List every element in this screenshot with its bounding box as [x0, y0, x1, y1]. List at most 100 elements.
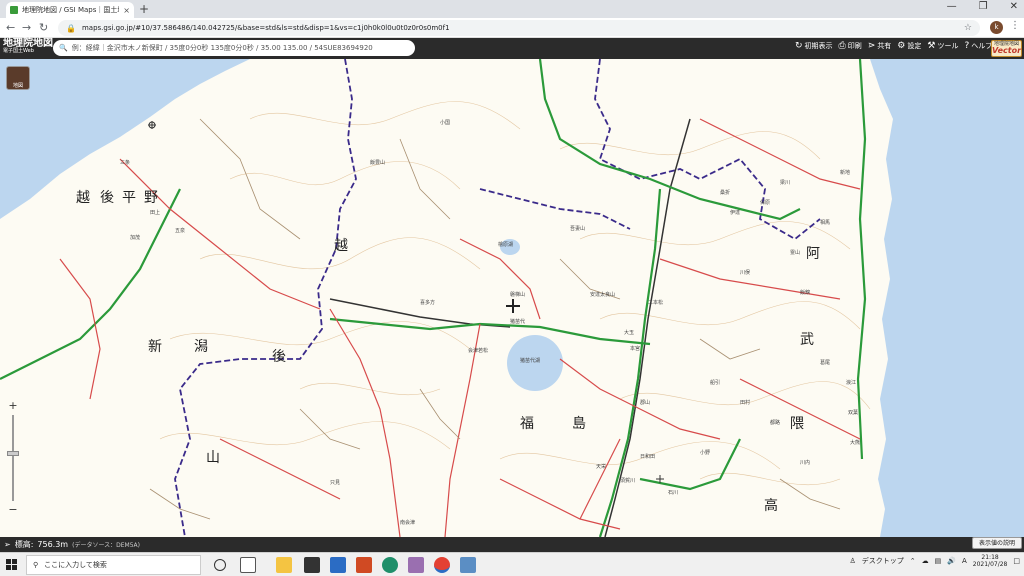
bookmark-star-icon[interactable]: ☆ [964, 23, 972, 33]
zoom-out-button[interactable]: − [4, 503, 22, 517]
place-label: 会津若松 [468, 348, 489, 354]
gear-icon: ⚙ [897, 41, 906, 51]
place-label: 田上 [150, 210, 161, 216]
bantsu-east-expressway [639, 438, 741, 491]
ime-indicator[interactable]: A [962, 557, 967, 565]
windows-start-icon[interactable] [6, 559, 18, 571]
close-window-icon[interactable]: ✕ [1010, 1, 1018, 12]
share-icon: ⋗ [867, 41, 876, 51]
back-icon[interactable]: ← [6, 21, 15, 34]
map-center-crosshair-icon [506, 299, 520, 313]
map-graphics [0, 59, 1024, 537]
place-label: 五泉 [175, 228, 186, 234]
place-label: 日和田 [640, 454, 656, 460]
lock-icon: 🔒 [66, 23, 76, 33]
window-controls: — ❐ ✕ [947, 1, 1018, 12]
profile-avatar[interactable]: k [990, 21, 1003, 34]
tab-close-icon[interactable]: × [123, 6, 130, 15]
task-view-icon[interactable] [240, 557, 256, 573]
place-label: 南会津 [400, 520, 416, 526]
cortana-icon[interactable] [214, 559, 226, 571]
elevation-readout: ➢ 標高: 756.3m (データソース：DEM5A) [4, 539, 140, 550]
region-label: 武 [800, 332, 814, 348]
place-label: 新地 [840, 170, 851, 176]
volume-icon[interactable]: 🔊 [947, 557, 956, 565]
layer-select-button[interactable]: 地図 [6, 66, 30, 90]
notification-icon[interactable]: □ [1013, 557, 1020, 565]
clock-time: 21:18 [981, 554, 999, 561]
zoom-slider-knob[interactable] [7, 451, 19, 456]
taskbar-search-placeholder: ここに入力して検索 [44, 561, 107, 569]
zoom-slider-track[interactable] [7, 415, 19, 501]
reload-icon[interactable]: ↻ [39, 21, 48, 34]
forward-icon[interactable]: → [22, 21, 31, 34]
office-icon[interactable] [356, 557, 372, 573]
network-icon[interactable]: ▤ [935, 557, 942, 565]
place-label: 田村 [740, 400, 751, 406]
taskbar-search-input[interactable]: ⚲ ここに入力して検索 [26, 555, 201, 575]
gsi-logo[interactable]: 地理院地図 電子国土Web [3, 39, 53, 54]
share-button[interactable]: ⋗ 共有 [868, 41, 892, 51]
edge-icon[interactable] [382, 557, 398, 573]
place-label: 只見 [330, 480, 341, 486]
chrome-icon[interactable] [434, 557, 450, 573]
niigata-fukushima-border [174, 59, 357, 537]
settings-button[interactable]: ⚙ 設定 [897, 41, 921, 51]
app-icon[interactable] [408, 557, 424, 573]
region-label: 阿 [806, 246, 820, 262]
store-icon[interactable] [304, 557, 320, 573]
place-label: 浪江 [846, 380, 857, 386]
place-label: 檜原湖 [498, 242, 514, 248]
app-icon[interactable] [460, 557, 476, 573]
windows-taskbar: ⚲ ここに入力して検索 ♙ デスクトップ ⌃ ☁ ▤ 🔊 A 21:18 202… [0, 552, 1024, 576]
place-label: 郡山 [640, 400, 651, 406]
url-text: maps.gsi.go.jp/#10/37.586486/140.042725/… [81, 24, 450, 32]
browser-menu-icon[interactable]: ⋮ [1010, 20, 1020, 31]
place-label: 葛尾 [820, 360, 831, 366]
region-label: 隈 [790, 416, 804, 432]
zoom-control: + − [4, 399, 22, 521]
place-label: 双葉 [848, 410, 859, 416]
mail-icon[interactable] [330, 557, 346, 573]
vector-map-button[interactable]: 地理院地図 Vector [991, 40, 1022, 57]
status-bar: ➢ 標高: 756.3m (データソース：DEM5A) 表示値の説明 [0, 537, 1024, 552]
place-search-input[interactable]: 🔍 例：経緯｜金沢市木ノ新保町 / 35度0分0秒 135度0分0秒 / 35.… [53, 40, 415, 56]
minimize-icon[interactable]: — [947, 1, 957, 12]
help-button[interactable]: ? ヘルプ [964, 41, 992, 51]
place-label: 喜多方 [420, 300, 436, 306]
browser-tab[interactable]: 地理院地図 / GSI Maps｜国土地理 × [6, 2, 134, 18]
chevron-up-icon[interactable]: ⌃ [910, 557, 916, 565]
search-icon: ⚲ [33, 561, 39, 569]
map-canvas[interactable]: 越 後 平 野 新 潟 越 後 山 福 島 阿 武 隈 高 猪苗代湖 檜原湖 猪… [0, 59, 1024, 537]
file-explorer-icon[interactable] [276, 557, 292, 573]
search-icon: 🔍 [59, 44, 68, 52]
place-label: 磐梯山 [510, 292, 526, 298]
url-field[interactable]: 🔒 maps.gsi.go.jp/#10/37.586486/140.04272… [58, 20, 980, 36]
clock[interactable]: 21:18 2021/07/28 [973, 554, 1008, 568]
place-label: 大熊 [850, 440, 861, 446]
gsi-toolbar: ↻ 初期表示 ⎙ 印刷 ⋗ 共有 ⚙ 設定 ⚒ ツール ? ヘルプ [795, 41, 992, 51]
place-label: 須賀川 [620, 478, 636, 484]
cloud-icon[interactable]: ☁ [922, 557, 929, 565]
place-label: 安達太良山 [590, 292, 616, 298]
people-icon[interactable]: ♙ [849, 557, 855, 565]
region-label: 島 [572, 416, 586, 432]
region-label: 越 [334, 238, 348, 254]
region-label: 福 [520, 416, 534, 432]
print-button[interactable]: ⎙ 印刷 [839, 41, 862, 51]
reset-view-button[interactable]: ↻ 初期表示 [795, 41, 833, 51]
place-label: 大玉 [624, 330, 635, 336]
browser-tab-bar: 地理院地図 / GSI Maps｜国土地理 × + — ❐ ✕ [0, 0, 1024, 18]
region-label: 高 [764, 498, 778, 514]
place-label: 桑折 [720, 190, 731, 196]
search-placeholder: 例：経緯｜金沢市木ノ新保町 / 35度0分0秒 135度0分0秒 / 35.00… [71, 44, 373, 52]
zoom-in-button[interactable]: + [4, 399, 22, 413]
legend-button[interactable]: 表示値の説明 [972, 537, 1022, 549]
restore-icon[interactable]: ❐ [979, 1, 988, 12]
new-tab-button[interactable]: + [139, 2, 149, 16]
tools-button[interactable]: ⚒ ツール [927, 41, 958, 51]
desktop-label[interactable]: デスクトップ [862, 556, 904, 566]
place-label: 小国 [440, 120, 451, 126]
place-label: 霊山 [790, 250, 801, 256]
place-label: 吾妻山 [570, 226, 586, 232]
